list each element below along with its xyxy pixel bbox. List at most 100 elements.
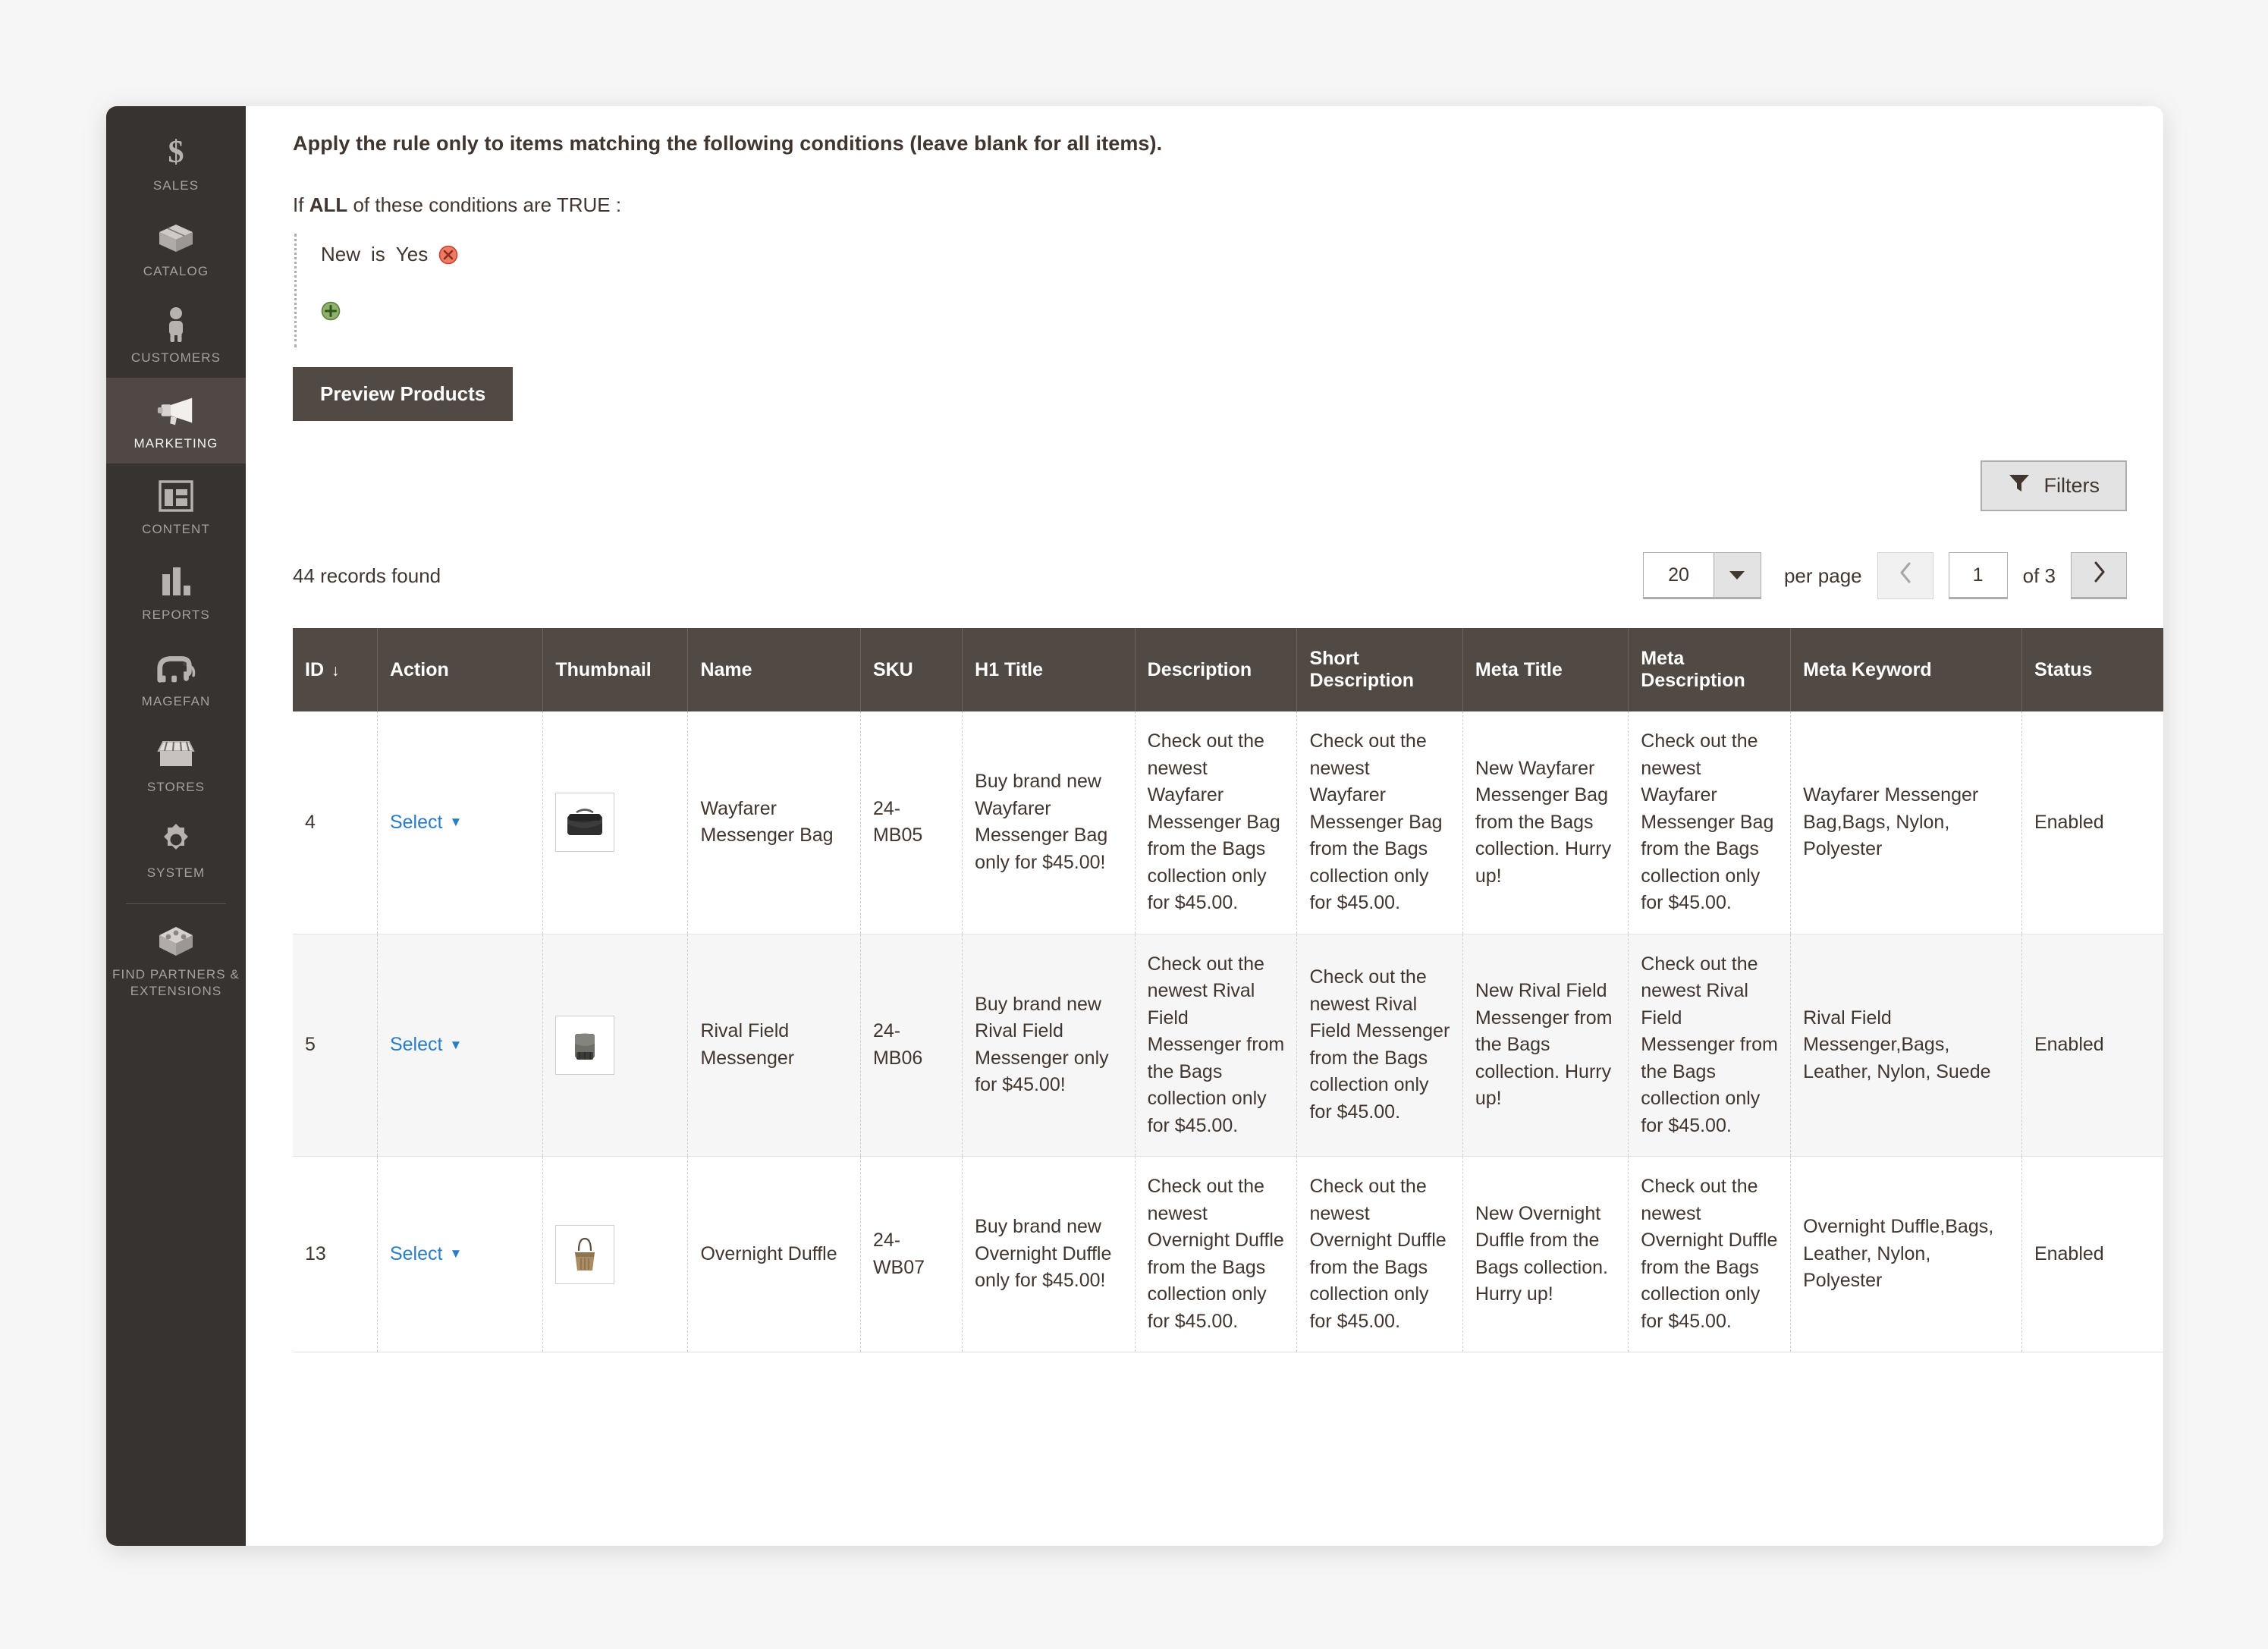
- products-grid-wrapper: ID ↓ Action Thumbnail Name SKU H1 Title D…: [293, 628, 2163, 1352]
- condition-row: New is Yes: [321, 243, 2127, 266]
- sidebar-divider: [126, 903, 226, 905]
- row-action-select[interactable]: Select ▼: [390, 1032, 462, 1059]
- cell-sku: 24-WB07: [860, 1156, 963, 1352]
- table-row: 4 Select ▼ Wayfarer Messenger Bag 24-MB0…: [293, 711, 2163, 934]
- next-page-button[interactable]: [2071, 552, 2127, 599]
- grid-header-row: ID ↓ Action Thumbnail Name SKU H1 Title D…: [293, 628, 2163, 711]
- sidebar-item-content[interactable]: CONTENT: [106, 463, 246, 549]
- condition-operator[interactable]: is: [371, 243, 385, 266]
- sidebar-item-label: CATALOG: [143, 264, 209, 279]
- sidebar-item-catalog[interactable]: CATALOG: [106, 206, 246, 291]
- cell-id: 5: [293, 934, 378, 1157]
- filters-bar: Filters: [293, 460, 2127, 511]
- screenshot-root: $ SALES CATALOG CUSTOMERS MARKETING CONT…: [0, 0, 2268, 1649]
- chevron-down-icon: ▼: [449, 1246, 463, 1261]
- cell-meta-keyword: Overnight Duffle,Bags, Leather, Nylon, P…: [1790, 1156, 2022, 1352]
- chevron-left-icon: [1899, 561, 1912, 590]
- sidebar-item-marketing[interactable]: MARKETING: [106, 377, 246, 463]
- sidebar-item-label: CUSTOMERS: [130, 350, 221, 365]
- cell-h1-title: Buy brand new Wayfarer Messenger Bag onl…: [962, 711, 1136, 934]
- overnight-duffle-tan-thumbnail: [555, 1224, 615, 1284]
- gear-icon: [155, 821, 196, 859]
- cell-name: Wayfarer Messenger Bag: [687, 711, 861, 934]
- column-header-meta-description[interactable]: Meta Description: [1628, 628, 1792, 711]
- admin-sidebar: $ SALES CATALOG CUSTOMERS MARKETING CONT…: [106, 106, 246, 1546]
- extensions-box-icon: [155, 922, 196, 960]
- sidebar-item-stores[interactable]: STORES: [106, 721, 246, 807]
- filters-button[interactable]: Filters: [1980, 460, 2127, 511]
- records-found-label: 44 records found: [293, 564, 441, 587]
- condition-value[interactable]: Yes: [396, 243, 428, 266]
- table-row: 5 Select ▼ Rival Field Messenger 24-MB06…: [293, 934, 2163, 1157]
- previous-page-button[interactable]: [1877, 552, 1933, 599]
- chevron-right-icon: [2092, 561, 2106, 589]
- sidebar-item-find-partners-extensions[interactable]: FIND PARTNERS & EXTENSIONS: [106, 909, 246, 1011]
- pagination-controls: 20 per page of 3: [1642, 552, 2127, 599]
- add-circle-icon[interactable]: [321, 301, 341, 321]
- column-header-short-description[interactable]: Short Description: [1296, 628, 1463, 711]
- megaphone-icon: [155, 391, 196, 429]
- cell-short-description: Check out the newest Rival Field Messeng…: [1296, 934, 1463, 1157]
- grid-toolbar: 44 records found 20 per page 1 of 3: [293, 552, 2127, 602]
- column-header-sku[interactable]: SKU: [860, 628, 963, 711]
- column-header-description[interactable]: Description: [1135, 628, 1298, 711]
- condition-attribute[interactable]: New: [321, 243, 360, 266]
- cell-meta-description: Check out the newest Rival Field Messeng…: [1628, 934, 1792, 1157]
- row-action-select[interactable]: Select ▼: [390, 1241, 462, 1268]
- magento-admin-window: $ SALES CATALOG CUSTOMERS MARKETING CONT…: [106, 106, 2163, 1546]
- messenger-bag-black-thumbnail: [555, 793, 615, 853]
- remove-circle-icon[interactable]: [438, 245, 458, 265]
- cell-thumbnail: [542, 1156, 689, 1352]
- if-prefix: If: [293, 193, 304, 216]
- cell-meta-keyword: Wayfarer Messenger Bag,Bags, Nylon, Poly…: [1790, 711, 2022, 934]
- page-total-label: of 3: [2022, 564, 2056, 587]
- cell-thumbnail: [542, 934, 689, 1157]
- cell-meta-keyword: Rival Field Messenger,Bags, Leather, Nyl…: [1790, 934, 2022, 1157]
- arrow-down-icon: ↓: [331, 661, 340, 680]
- column-header-meta-title[interactable]: Meta Title: [1462, 628, 1629, 711]
- column-header-h1-title[interactable]: H1 Title: [962, 628, 1136, 711]
- conditions-aggregator-line: If ALL of these conditions are TRUE :: [293, 193, 2127, 217]
- sidebar-item-system[interactable]: SYSTEM: [106, 807, 246, 893]
- cell-meta-title: New Rival Field Messenger from the Bags …: [1462, 934, 1629, 1157]
- column-header-thumbnail[interactable]: Thumbnail: [542, 628, 689, 711]
- sidebar-item-label: MARKETING: [134, 435, 218, 451]
- sidebar-item-label: STORES: [146, 779, 206, 794]
- column-header-meta-keyword[interactable]: Meta Keyword: [1790, 628, 2022, 711]
- sidebar-item-reports[interactable]: REPORTS: [106, 549, 246, 635]
- main-content: Apply the rule only to items matching th…: [246, 106, 2163, 1546]
- cell-name: Overnight Duffle: [687, 1156, 861, 1352]
- row-action-select[interactable]: Select ▼: [390, 809, 462, 837]
- page-number-input[interactable]: [1948, 552, 2008, 599]
- field-messenger-grey-thumbnail: [555, 1015, 615, 1075]
- if-suffix: of these conditions are TRUE :: [353, 193, 622, 216]
- column-header-status[interactable]: Status: [2021, 628, 2163, 711]
- per-page-select[interactable]: 20: [1642, 552, 1761, 599]
- cell-meta-description: Check out the newest Overnight Duffle fr…: [1628, 1156, 1792, 1352]
- storefront-icon: [155, 735, 196, 773]
- products-grid: ID ↓ Action Thumbnail Name SKU H1 Title D…: [293, 628, 2163, 1352]
- cell-status: Enabled: [2021, 1156, 2163, 1352]
- sidebar-item-magefan[interactable]: MAGEFAN: [106, 636, 246, 721]
- cell-status: Enabled: [2021, 711, 2163, 934]
- cell-description: Check out the newest Rival Field Messeng…: [1135, 934, 1298, 1157]
- chevron-down-icon: ▼: [449, 815, 463, 830]
- aggregator-select[interactable]: ALL: [309, 193, 348, 216]
- column-header-id[interactable]: ID ↓: [293, 628, 378, 711]
- sidebar-item-label: SALES: [152, 178, 199, 193]
- table-row: 13 Select ▼ Overnight Duffle 24-WB07 Buy…: [293, 1156, 2163, 1352]
- column-header-action[interactable]: Action: [377, 628, 544, 711]
- sidebar-item-customers[interactable]: CUSTOMERS: [106, 292, 246, 378]
- dollar-sign-icon: $: [155, 133, 196, 171]
- chevron-down-icon: [1713, 553, 1761, 597]
- person-icon: [155, 306, 196, 344]
- per-page-value: 20: [1668, 564, 1689, 586]
- cell-sku: 24-MB06: [860, 934, 963, 1157]
- cell-description: Check out the newest Overnight Duffle fr…: [1135, 1156, 1298, 1352]
- cell-action: Select ▼: [377, 1156, 544, 1352]
- row-action-label: Select: [389, 811, 443, 833]
- preview-products-button[interactable]: Preview Products: [293, 367, 514, 421]
- cell-sku: 24-MB05: [860, 711, 963, 934]
- column-header-name[interactable]: Name: [687, 628, 861, 711]
- sidebar-item-sales[interactable]: $ SALES: [106, 120, 246, 206]
